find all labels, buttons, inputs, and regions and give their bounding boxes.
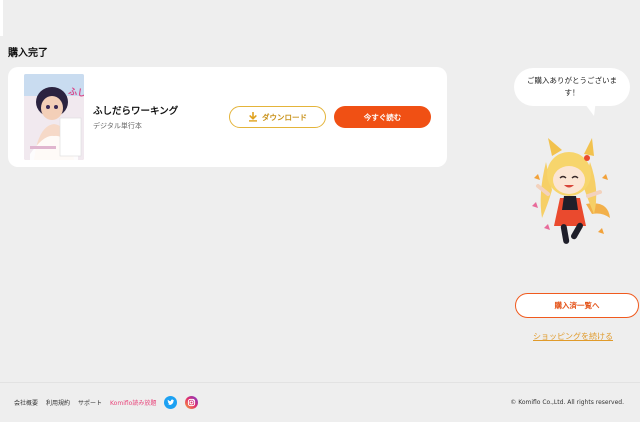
page-title: 購入完了: [8, 48, 48, 59]
book-cover-image[interactable]: ふしだら: [24, 74, 84, 160]
footer-link-company[interactable]: 会社概要: [14, 398, 38, 407]
footer-link-unlimited[interactable]: Komiflo読み放題: [110, 398, 156, 407]
footer-divider: [0, 382, 640, 383]
purchase-history-button-label: 購入済一覧へ: [554, 301, 600, 310]
book-title[interactable]: ふしだらワーキング: [93, 103, 178, 117]
purchase-history-button[interactable]: 購入済一覧へ: [515, 293, 639, 318]
mascot-character-image: [532, 138, 610, 244]
book-format: デジタル単行本: [93, 122, 142, 130]
footer-nav: 会社概要 利用規約 サポート Komiflo読み放題: [14, 394, 199, 410]
copyright-text: © Komiflo Co.,Ltd. All rights reserved.: [510, 399, 624, 406]
mascot-speech-text: ご購入ありがとうございます！: [527, 76, 617, 97]
mascot-speech-bubble: ご購入ありがとうございます！: [514, 68, 630, 106]
download-button[interactable]: ダウンロード: [229, 106, 326, 128]
footer-link-support[interactable]: サポート: [78, 398, 102, 407]
download-button-label: ダウンロード: [262, 112, 307, 122]
speech-bubble-tail: [582, 100, 596, 116]
twitter-icon[interactable]: [164, 395, 178, 409]
continue-shopping-link[interactable]: ショッピングを続ける: [533, 331, 613, 342]
left-edge-tab: [0, 0, 3, 36]
read-now-button-label: 今すぐ読む: [363, 112, 402, 122]
instagram-icon[interactable]: [185, 395, 199, 409]
download-icon: [249, 112, 257, 122]
read-now-button[interactable]: 今すぐ読む: [334, 106, 431, 128]
footer-link-terms[interactable]: 利用規約: [46, 398, 70, 407]
